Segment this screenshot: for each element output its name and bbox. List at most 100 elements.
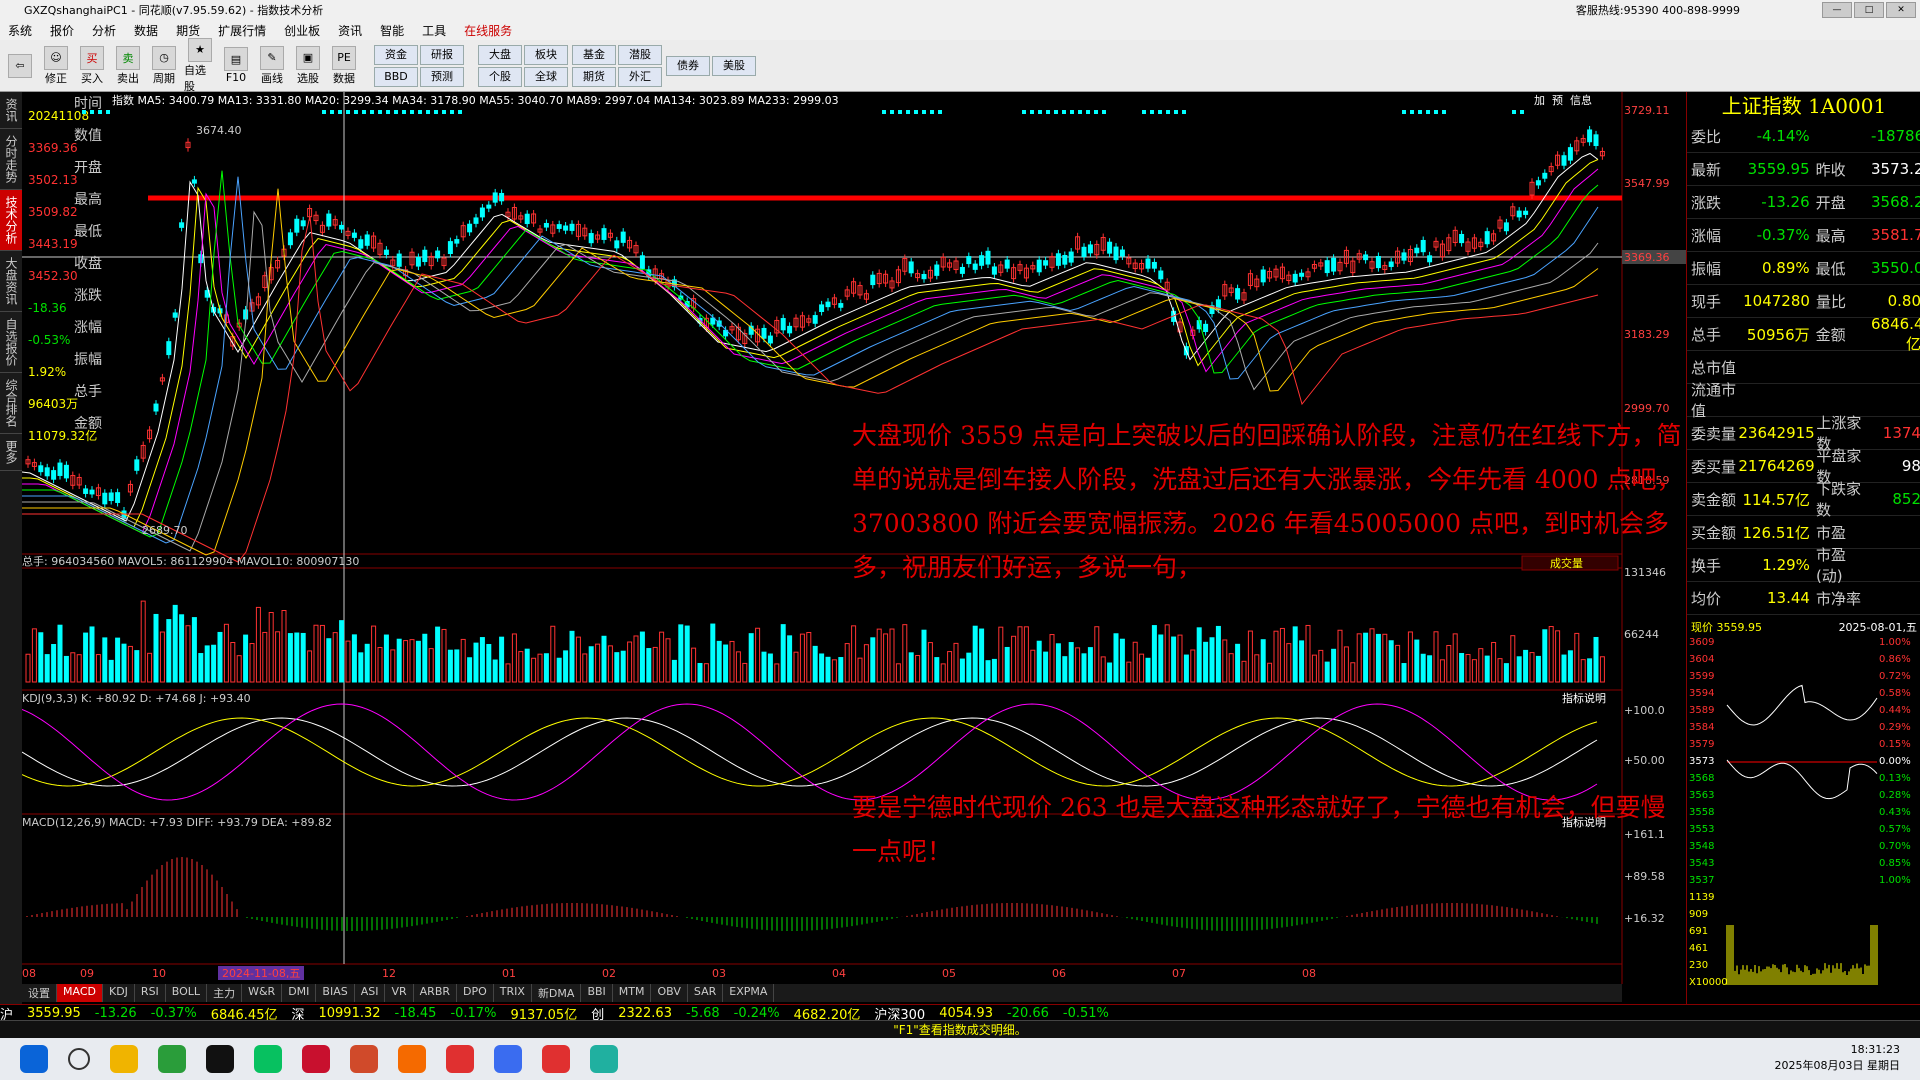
volume-bar (436, 627, 440, 682)
screener-button[interactable]: ▣ 选股 (292, 46, 324, 86)
toolbar-link[interactable]: 研报 (420, 45, 464, 65)
start-icon[interactable] (20, 1045, 48, 1073)
side-tab[interactable]: 大盘资讯 (0, 251, 22, 312)
corner-button[interactable]: 加 (1534, 94, 1545, 107)
ths-icon[interactable] (302, 1045, 330, 1073)
ai-icon[interactable] (494, 1045, 522, 1073)
indicator-tab[interactable]: ARBR (414, 984, 457, 1002)
back-button[interactable]: ⇦ (4, 54, 36, 78)
indicator-tab[interactable]: 设置 (22, 984, 57, 1002)
toolbar-link[interactable]: BBD (374, 67, 418, 87)
menu-item[interactable]: 报价 (50, 22, 74, 39)
menu-item[interactable]: 扩展行情 (218, 22, 266, 39)
browser-icon[interactable] (158, 1045, 186, 1073)
corner-button[interactable]: 信息 (1570, 93, 1592, 107)
toolbar-link[interactable]: 预测 (420, 67, 464, 87)
taskbar: 18:31:23 2025年08月03日 星期日 (0, 1038, 1920, 1080)
toolbar-link[interactable]: 外汇 (618, 67, 662, 87)
toolbar-link[interactable]: 基金 (572, 45, 616, 65)
menu-item[interactable]: 工具 (422, 22, 446, 39)
menu-item-online[interactable]: 在线服务 (464, 22, 512, 39)
volume-bar (1332, 649, 1336, 682)
toolbar-link[interactable]: 大盘 (478, 45, 522, 65)
search-icon[interactable] (68, 1048, 90, 1070)
toolbar-link[interactable]: 潜股 (618, 45, 662, 65)
app-icon[interactable] (542, 1045, 570, 1073)
f10-button[interactable]: ▤ F10 (220, 47, 252, 84)
menu-item[interactable]: 期货 (176, 22, 200, 39)
side-tab[interactable]: 资讯 (0, 92, 22, 129)
menu-item[interactable]: 系统 (8, 22, 32, 39)
menu-item[interactable]: 资讯 (338, 22, 362, 39)
candle (992, 267, 996, 274)
volume-bar (935, 658, 939, 682)
kdj-explain[interactable]: 指标说明 (1562, 691, 1606, 705)
signal-dot (354, 110, 358, 114)
watchlist-button[interactable]: ★ 自选股 (184, 38, 216, 94)
toolbar-link[interactable]: 期货 (572, 67, 616, 87)
window-title: GXZQshanghaiPC1 - 同花顺(v7.95.59.62) - 指数技… (0, 2, 323, 18)
wechat-icon[interactable] (254, 1045, 282, 1073)
app-icon[interactable] (398, 1045, 426, 1073)
indicator-tab[interactable]: ASI (355, 984, 386, 1002)
indicator-tab[interactable]: BOLL (166, 984, 207, 1002)
volume-bar (1517, 657, 1521, 682)
menu-item[interactable]: 创业板 (284, 22, 320, 39)
app-icon[interactable] (590, 1045, 618, 1073)
toolbar-link[interactable]: 债券 (666, 56, 710, 76)
indicator-tab[interactable]: 主力 (207, 984, 242, 1002)
side-tab[interactable]: 更多 (0, 434, 22, 471)
indicator-tab[interactable]: VR (385, 984, 413, 1002)
side-tab[interactable]: 综合排名 (0, 373, 22, 434)
indicator-tab[interactable]: DMI (282, 984, 316, 1002)
minimize-button[interactable]: — (1822, 2, 1852, 18)
candle (762, 328, 766, 338)
folder-icon[interactable] (110, 1045, 138, 1073)
indicator-tab[interactable]: SAR (688, 984, 723, 1002)
toolbar-link[interactable]: 板块 (524, 45, 568, 65)
buy-button[interactable]: 买买入 (76, 46, 108, 86)
menu-item[interactable]: 智能 (380, 22, 404, 39)
side-tab-active[interactable]: 技术分析 (0, 190, 22, 251)
clock[interactable]: 18:31:23 2025年08月03日 星期日 (1775, 1042, 1901, 1074)
draw-button[interactable]: ✎ 画线 (256, 46, 288, 86)
status-item: -0.37% (151, 1006, 211, 1021)
toolbar-link[interactable]: 个股 (478, 67, 522, 87)
corner-button[interactable]: 预 (1552, 94, 1563, 107)
indicator-tab[interactable]: W&R (242, 984, 282, 1002)
indicator-tab[interactable]: TRIX (494, 984, 532, 1002)
side-tab[interactable]: 自选报价 (0, 312, 22, 373)
signal-dot (890, 110, 894, 114)
toolbar-link[interactable]: 美股 (712, 56, 756, 76)
intraday-chart[interactable]: 3609 3604 3599 3594 3589 3584 3579 3573 3568 3563… (1687, 635, 1920, 1005)
toolbar-button[interactable]: ☺ 修正 (40, 46, 72, 86)
signal-dot (1062, 110, 1066, 114)
maximize-button[interactable]: □ (1854, 2, 1884, 18)
period-button[interactable]: ◷ 周期 (148, 46, 180, 86)
qq-icon[interactable] (206, 1045, 234, 1073)
indicator-tab[interactable]: BIAS (316, 984, 354, 1002)
quote-label: 委买量 (1687, 456, 1738, 477)
quote-row: 委买量 21764269 平盘家数 98 (1687, 450, 1920, 483)
indicator-tab[interactable]: MTM (613, 984, 652, 1002)
toolbar-link[interactable]: 全球 (524, 67, 568, 87)
indicator-tab[interactable]: BBI (581, 984, 612, 1002)
menu-item[interactable]: 数据 (134, 22, 158, 39)
side-tab[interactable]: 分时走势 (0, 129, 22, 190)
indicator-tab[interactable]: KDJ (103, 984, 135, 1002)
toolbar-link[interactable]: 资金 (374, 45, 418, 65)
app-icon[interactable] (446, 1045, 474, 1073)
indicator-tab[interactable]: EXPMA (723, 984, 774, 1002)
indicator-tab[interactable]: DPO (457, 984, 494, 1002)
indicator-tab[interactable]: OBV (651, 984, 687, 1002)
candle (1485, 232, 1489, 244)
candle (1082, 247, 1086, 256)
indicator-tab-active[interactable]: MACD (57, 984, 103, 1002)
sell-button[interactable]: 卖卖出 (112, 46, 144, 86)
indicator-tab[interactable]: RSI (135, 984, 166, 1002)
data-button[interactable]: PE 数据 (328, 46, 360, 86)
menu-item[interactable]: 分析 (92, 22, 116, 39)
close-button[interactable]: ✕ (1886, 2, 1916, 18)
indicator-tab[interactable]: 新DMA (532, 984, 582, 1002)
app-icon[interactable] (350, 1045, 378, 1073)
